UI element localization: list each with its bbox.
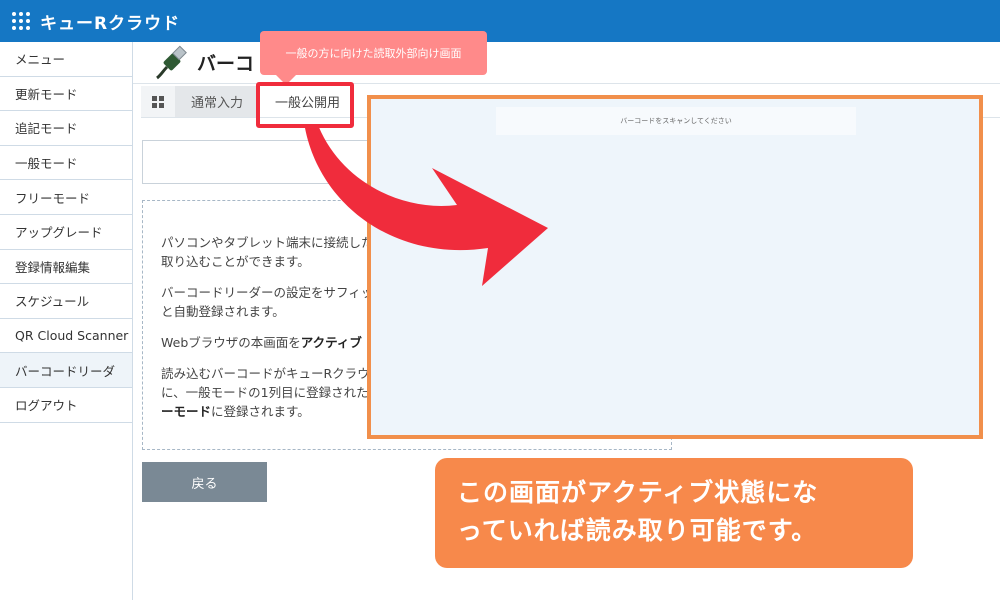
info-text: に、一般モードの1列目に登録された [161, 385, 369, 400]
sidebar-item-update-mode[interactable]: 更新モード [0, 77, 132, 112]
back-button[interactable]: 戻る [142, 462, 267, 502]
sidebar-item-append-mode[interactable]: 追記モード [0, 111, 132, 146]
sidebar-item-upgrade[interactable]: アップグレード [0, 215, 132, 250]
info-text: と自動登録されます。 [161, 304, 285, 319]
sidebar-item-qr-cloud-scanner[interactable]: QR Cloud Scanner [0, 319, 132, 354]
sidebar: メニュー 更新モード 追記モード 一般モード フリーモード アップグレード 登録… [0, 42, 133, 600]
info-text: 読み込むバーコードがキューRクラウ [161, 366, 370, 381]
sidebar-item-barcode-reader[interactable]: バーコードリーダ [0, 353, 132, 388]
info-text: バーコードリーダーの設定をサフィッ [161, 285, 374, 300]
app-title[interactable]: キューRクラウド [40, 9, 180, 34]
info-text: 取り込むことができます。 [161, 254, 310, 269]
instruction-callout: この画面がアクティブ状態にな っていれば読み取り可能です。 [435, 458, 913, 568]
sidebar-item-schedule[interactable]: スケジュール [0, 284, 132, 319]
sidebar-item-logout[interactable]: ログアウト [0, 388, 132, 423]
info-text: Webブラウザの本画面を [161, 335, 301, 350]
callout-line-1: この画面がアクティブ状態にな [457, 478, 819, 507]
scan-prompt: バーコードをスキャンしてください [496, 107, 856, 135]
tab-normal-input[interactable]: 通常入力 [175, 86, 260, 117]
sidebar-item-free-mode[interactable]: フリーモード [0, 180, 132, 215]
info-text: パソコンやタブレット端末に接続した [161, 235, 374, 250]
tab-public[interactable]: 一般公開用 [259, 86, 357, 117]
info-bold-text: ーモード [161, 404, 212, 419]
grid-view-icon[interactable] [141, 86, 175, 117]
page-title: バーコ [197, 53, 255, 75]
sidebar-item-general-mode[interactable]: 一般モード [0, 146, 132, 181]
usb-barcode-reader-icon [156, 45, 187, 79]
sidebar-item-menu[interactable]: メニュー [0, 42, 132, 77]
tooltip-callout: 一般の方に向けた読取外部向け画面 [260, 31, 487, 85]
grid-menu-icon[interactable] [12, 12, 30, 30]
top-header: キューRクラウド [0, 0, 1000, 42]
sidebar-item-edit-registration[interactable]: 登録情報編集 [0, 250, 132, 285]
info-text: に登録されます。 [211, 404, 310, 419]
barcode-input[interactable] [142, 140, 382, 184]
public-screen-preview: バーコードをスキャンしてください [367, 95, 983, 439]
callout-line-2: っていれば読み取り可能です。 [457, 516, 818, 545]
info-bold-text: アクティブ [300, 335, 362, 350]
